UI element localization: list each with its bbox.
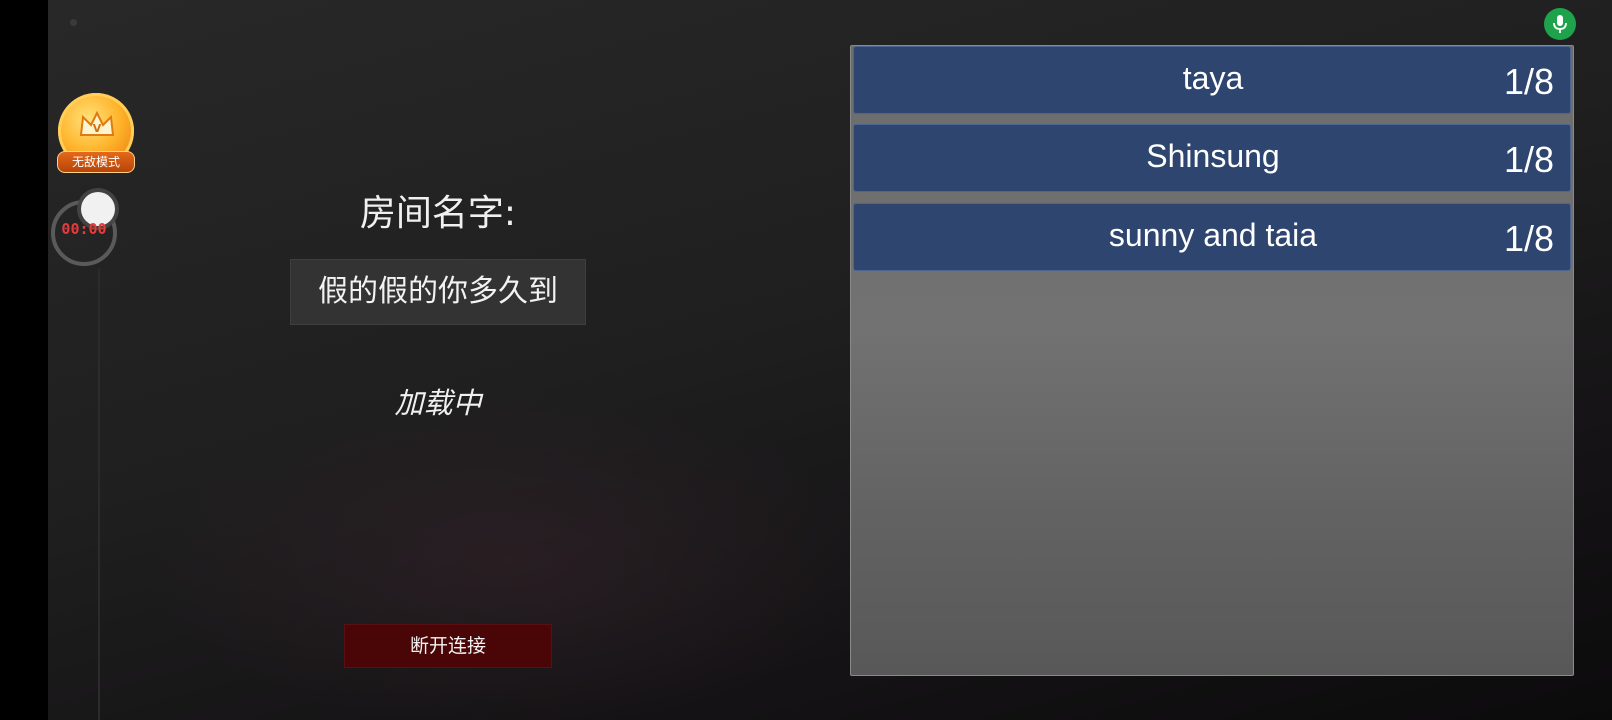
room-list-item-name: Shinsung — [1146, 138, 1280, 174]
room-list-item[interactable]: sunny and taia 1/8 — [853, 203, 1571, 271]
disconnect-button[interactable]: 断开连接 — [344, 624, 552, 668]
room-list-item-name: sunny and taia — [1108, 217, 1318, 253]
svg-text:V: V — [93, 122, 102, 135]
room-list-item-players: 1/8 — [1503, 61, 1554, 102]
loading-status: 加载中 — [394, 386, 482, 420]
room-name-label: 房间名字: — [359, 193, 517, 234]
room-list-item-players: 1/8 — [1503, 139, 1554, 180]
screen-recorder-widget[interactable]: 00:00 — [51, 192, 117, 266]
status-dot — [70, 19, 77, 26]
room-list-item[interactable]: taya 1/8 — [853, 46, 1571, 114]
room-name-field[interactable]: 假的假的你多久到 — [290, 259, 586, 325]
crown-icon: V — [79, 110, 115, 136]
room-list-item[interactable]: Shinsung 1/8 — [853, 124, 1571, 192]
divider-line — [98, 268, 100, 720]
vip-badge-label: 无敌模式 — [57, 151, 135, 173]
room-list-panel[interactable]: taya 1/8 Shinsung 1/8 sunny and taia 1/8 — [850, 45, 1574, 676]
screen-bezel — [0, 0, 48, 720]
vip-badge[interactable]: V 无敌模式 — [57, 93, 135, 175]
record-timer: 00:00 — [61, 220, 107, 238]
microphone-icon — [1553, 15, 1567, 33]
game-screen: V 无敌模式 00:00 房间名字: 假的假的你多久到 加载中 断开连接 tay… — [0, 0, 1612, 720]
microphone-button[interactable] — [1544, 8, 1576, 40]
room-list-item-name: taya — [1182, 60, 1244, 96]
room-list-item-players: 1/8 — [1503, 218, 1554, 259]
